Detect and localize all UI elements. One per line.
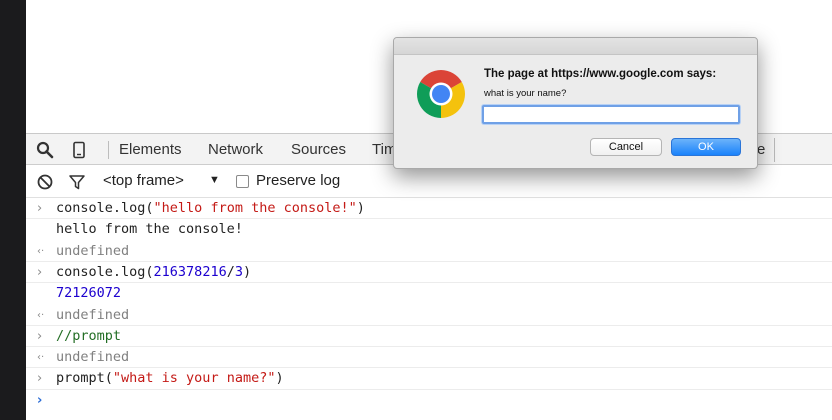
console-log-output: 72126072	[56, 285, 122, 302]
console-log-output: hello from the console!	[56, 221, 243, 238]
cancel-button[interactable]: Cancel	[590, 138, 662, 156]
command-token: console.log(	[56, 200, 154, 216]
input-chevron-icon: ›	[37, 392, 43, 408]
preserve-log-checkbox[interactable]	[236, 175, 249, 188]
dialog-message: what is your name?	[484, 88, 567, 99]
frame-select[interactable]: <top frame>	[103, 172, 184, 189]
console-command: console.log(216378216/3)	[56, 264, 251, 280]
input-chevron-icon: ›	[37, 328, 43, 344]
tab-elements[interactable]: Elements	[119, 141, 182, 158]
console-line: › console.log("hello from the console!")	[26, 198, 832, 220]
ok-button[interactable]: OK	[671, 138, 741, 156]
command-token: 216378216	[153, 263, 227, 280]
input-chevron-icon: ›	[37, 264, 43, 280]
tab-network[interactable]: Network	[208, 141, 263, 158]
dialog-text-input[interactable]	[482, 105, 740, 124]
command-token: "hello from the console!"	[153, 200, 357, 216]
preserve-log-label: Preserve log	[256, 172, 341, 189]
console-line: 72126072	[26, 283, 832, 304]
chrome-logo-icon	[417, 70, 465, 118]
console-result: undefined	[56, 242, 130, 259]
command-token: prompt(	[56, 370, 113, 387]
console-command: console.log("hello from the console!")	[56, 200, 365, 216]
input-chevron-icon: ›	[37, 201, 43, 216]
command-token: 3	[234, 263, 243, 280]
command-token: )	[275, 370, 284, 387]
console-line: › console.log(216378216/3)	[26, 262, 832, 284]
dialog-titlebar	[394, 38, 757, 55]
tab-partial[interactable]: e	[757, 141, 765, 158]
left-margin	[0, 0, 26, 420]
console-line: hello from the console!	[26, 219, 832, 240]
frame-select-arrow-icon[interactable]: ▼	[209, 174, 220, 186]
filter-icon[interactable]	[68, 173, 86, 191]
console-command: prompt("what is your name?")	[56, 370, 284, 386]
command-token: "what is your name?"	[112, 370, 276, 387]
tab-separator	[108, 141, 109, 159]
input-chevron-icon: ›	[37, 371, 43, 387]
inspect-search-icon[interactable]	[36, 141, 54, 159]
console-line: › prompt("what is your name?")	[26, 368, 832, 390]
result-chevron-icon: ‹·	[37, 309, 45, 321]
dialog-title: The page at https://www.google.com says:	[484, 68, 717, 80]
device-mode-icon[interactable]	[70, 141, 88, 159]
console-result: undefined	[56, 306, 130, 323]
console-line: › //prompt	[26, 326, 832, 348]
command-token: /	[226, 263, 235, 280]
console-line: ‹· undefined	[26, 347, 832, 369]
clear-console-icon[interactable]	[36, 173, 54, 191]
tab-sources[interactable]: Sources	[291, 141, 346, 158]
console-command: //prompt	[56, 327, 122, 344]
tabbar-edge	[770, 138, 775, 162]
command-token: )	[356, 200, 365, 216]
console-line: ‹· undefined	[26, 241, 832, 262]
prompt-dialog: The page at https://www.google.com says:…	[393, 37, 758, 169]
result-chevron-icon: ‹·	[37, 352, 45, 364]
console-output[interactable]: › console.log("hello from the console!") h…	[26, 198, 832, 420]
console-result: undefined	[56, 349, 130, 366]
command-token: console.log(	[56, 263, 154, 280]
console-line: ›	[26, 390, 832, 411]
console-filterbar: <top frame> ▼ Preserve log	[26, 165, 832, 198]
result-chevron-icon: ‹·	[37, 245, 45, 257]
command-token: )	[242, 263, 252, 280]
console-line: ‹· undefined	[26, 305, 832, 326]
devtools-panel: Elements Network Sources Tim e <top fram…	[26, 133, 832, 420]
